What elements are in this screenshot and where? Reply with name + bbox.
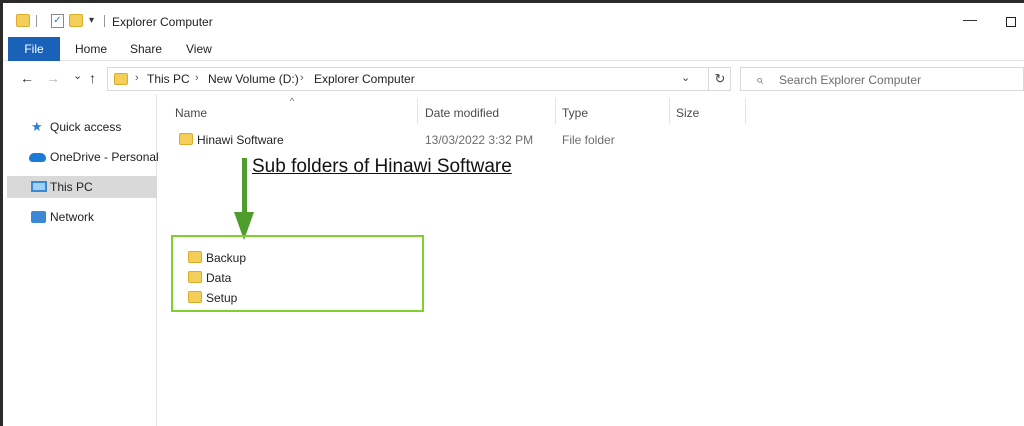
sort-ascending-icon: ^ bbox=[290, 96, 295, 106]
column-divider[interactable] bbox=[745, 98, 746, 124]
minimize-button[interactable]: — bbox=[963, 11, 977, 27]
file-type: File folder bbox=[562, 133, 615, 147]
search-input[interactable]: ⌕ Search Explorer Computer bbox=[740, 67, 1024, 91]
annotation-caption: Sub folders of Hinawi Software bbox=[252, 156, 512, 177]
column-header-size[interactable]: Size bbox=[676, 106, 699, 120]
window-title: Explorer Computer bbox=[112, 15, 213, 29]
tab-view[interactable]: View bbox=[186, 37, 212, 61]
sidebar-item-network[interactable]: Network bbox=[7, 206, 157, 228]
search-placeholder: Search Explorer Computer bbox=[779, 73, 922, 87]
tab-share[interactable]: Share bbox=[130, 37, 162, 61]
ribbon-tabs: File Home Share View bbox=[3, 37, 1024, 61]
sidebar-item-label: This PC bbox=[50, 180, 93, 194]
network-icon bbox=[31, 211, 46, 223]
folder-icon bbox=[188, 291, 202, 303]
sidebar-item-onedrive[interactable]: OneDrive - Personal bbox=[7, 146, 159, 168]
up-arrow-icon[interactable]: ↑ bbox=[89, 70, 96, 86]
title-bar: ✓ ▾ Explorer Computer — bbox=[3, 3, 1024, 37]
column-header-name[interactable]: Name bbox=[175, 106, 207, 120]
computer-icon bbox=[31, 181, 47, 192]
breadcrumb-explorer-computer[interactable]: Explorer Computer bbox=[314, 72, 415, 86]
column-divider[interactable] bbox=[555, 98, 556, 124]
recent-locations-icon[interactable]: ⌄ bbox=[73, 69, 82, 82]
folder-icon bbox=[188, 271, 202, 283]
forward-arrow-icon[interactable]: → bbox=[46, 70, 60, 86]
sidebar-item-label: OneDrive - Personal bbox=[50, 150, 159, 164]
address-row: ← → ⌄ ↑ › This PC › New Volume (D:) › Ex… bbox=[3, 62, 1024, 94]
column-divider[interactable] bbox=[417, 98, 418, 124]
new-folder-icon[interactable] bbox=[69, 14, 83, 27]
subfolder-setup: Setup bbox=[206, 291, 238, 305]
subfolders-highlight-box: Backup Data Setup bbox=[171, 235, 424, 312]
breadcrumb-new-volume[interactable]: New Volume (D:) bbox=[208, 72, 299, 86]
sidebar-item-label: Quick access bbox=[50, 120, 122, 134]
column-header-date-modified[interactable]: Date modified bbox=[425, 106, 499, 120]
tab-home[interactable]: Home bbox=[75, 37, 107, 61]
column-header-type[interactable]: Type bbox=[562, 106, 588, 120]
tab-file[interactable]: File bbox=[8, 37, 60, 61]
maximize-button[interactable] bbox=[1006, 17, 1016, 27]
sidebar-item-this-pc[interactable]: This PC bbox=[7, 176, 157, 198]
folder-icon bbox=[188, 251, 202, 263]
navigation-pane: ★ Quick access OneDrive - Personal This … bbox=[3, 94, 159, 426]
sidebar-item-quick-access[interactable]: ★ Quick access bbox=[7, 116, 157, 138]
breadcrumb-separator-icon: › bbox=[135, 72, 139, 84]
divider bbox=[104, 15, 105, 27]
sidebar-item-label: Network bbox=[50, 210, 95, 224]
folder-icon bbox=[179, 133, 193, 145]
chevron-down-icon[interactable]: ⌄ bbox=[681, 71, 690, 84]
address-bar[interactable]: › This PC › New Volume (D:) › Explorer C… bbox=[107, 67, 731, 91]
breadcrumb-separator-icon: › bbox=[300, 72, 304, 84]
star-icon: ★ bbox=[31, 119, 43, 134]
back-arrow-icon[interactable]: ← bbox=[20, 70, 34, 86]
breadcrumb-this-pc[interactable]: This PC bbox=[147, 72, 190, 86]
breadcrumb-separator-icon: › bbox=[195, 72, 199, 84]
file-date-modified: 13/03/2022 3:32 PM bbox=[425, 133, 534, 147]
cloud-icon bbox=[29, 153, 46, 162]
file-name[interactable]: Hinawi Software bbox=[197, 133, 284, 147]
divider bbox=[36, 15, 37, 27]
customize-quick-access-icon[interactable]: ▾ bbox=[89, 15, 94, 26]
properties-check-icon[interactable]: ✓ bbox=[51, 14, 64, 28]
annotation-arrow-shaft bbox=[242, 158, 247, 216]
subfolder-data: Data bbox=[206, 271, 232, 285]
refresh-icon[interactable]: ↻ bbox=[708, 68, 731, 90]
column-divider[interactable] bbox=[669, 98, 670, 124]
folder-icon bbox=[114, 73, 128, 85]
subfolder-backup: Backup bbox=[206, 251, 247, 265]
folder-icon bbox=[16, 14, 30, 27]
search-icon: ⌕ bbox=[756, 72, 764, 87]
